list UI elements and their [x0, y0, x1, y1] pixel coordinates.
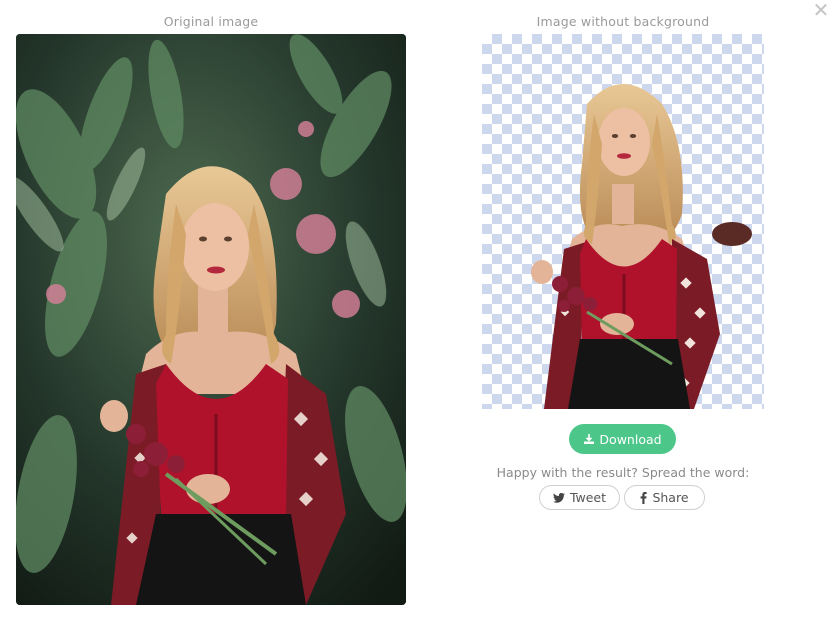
twitter-icon: [552, 492, 565, 503]
tweet-button[interactable]: Tweet: [539, 485, 620, 510]
original-image: [16, 34, 406, 605]
result-image-label: Image without background: [536, 14, 710, 29]
original-image-label: Original image: [163, 14, 259, 29]
share-label: Share: [652, 490, 689, 505]
facebook-icon: [641, 491, 648, 504]
spread-word-text: Happy with the result? Spread the word:: [496, 465, 750, 480]
download-icon: [584, 434, 595, 444]
tweet-label: Tweet: [569, 490, 607, 505]
share-button[interactable]: Share: [624, 485, 705, 510]
download-button[interactable]: Download: [569, 424, 676, 454]
result-image: [482, 34, 764, 409]
close-icon[interactable]: ✕: [811, 0, 831, 20]
download-label: Download: [599, 431, 662, 447]
